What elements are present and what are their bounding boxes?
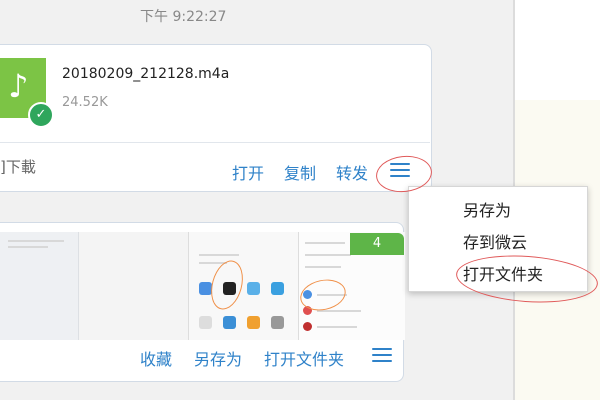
app-icon <box>223 316 236 329</box>
thumb-line <box>199 254 239 256</box>
app-icon <box>271 282 284 295</box>
app-icon <box>271 316 284 329</box>
app-icon <box>199 316 212 329</box>
save-as-link[interactable]: 另存为 <box>194 346 242 370</box>
app-icon <box>247 282 260 295</box>
hamburger-menu-icon[interactable] <box>372 348 392 364</box>
favorite-link[interactable]: 收藏 <box>140 346 172 370</box>
forward-link[interactable]: 转发 <box>336 160 368 184</box>
app-icon <box>303 322 312 331</box>
file-name[interactable]: 20180209_212128.m4a <box>62 66 229 82</box>
app-icon <box>247 316 260 329</box>
open-link[interactable]: 打开 <box>232 160 264 184</box>
thumb-line <box>317 310 361 312</box>
thumb-line <box>8 240 64 242</box>
thumb-line <box>317 326 357 328</box>
right-panel-top <box>515 0 600 100</box>
music-note-icon: ♪ <box>8 67 29 105</box>
message-timestamp: 下午 9:22:27 <box>140 9 227 25</box>
open-folder-link[interactable]: 打开文件夹 <box>264 346 344 370</box>
thumbnail-app-panel <box>188 232 299 340</box>
thumb-line <box>305 266 341 268</box>
check-icon: ✓ <box>28 102 54 128</box>
thumb-line <box>8 246 48 248</box>
file-size: 24.52K <box>62 95 108 110</box>
card-divider <box>0 142 430 143</box>
thumbnail-left-pane <box>0 232 79 340</box>
menu-item-save-as[interactable]: 另存为 <box>463 197 511 221</box>
thumb-line <box>305 242 345 244</box>
thumb-line <box>305 254 351 256</box>
download-status: ]下載 <box>0 158 36 176</box>
menu-item-save-to-weiyun[interactable]: 存到微云 <box>463 229 527 253</box>
image-count-badge: 4 <box>350 233 404 255</box>
copy-link[interactable]: 复制 <box>284 160 316 184</box>
